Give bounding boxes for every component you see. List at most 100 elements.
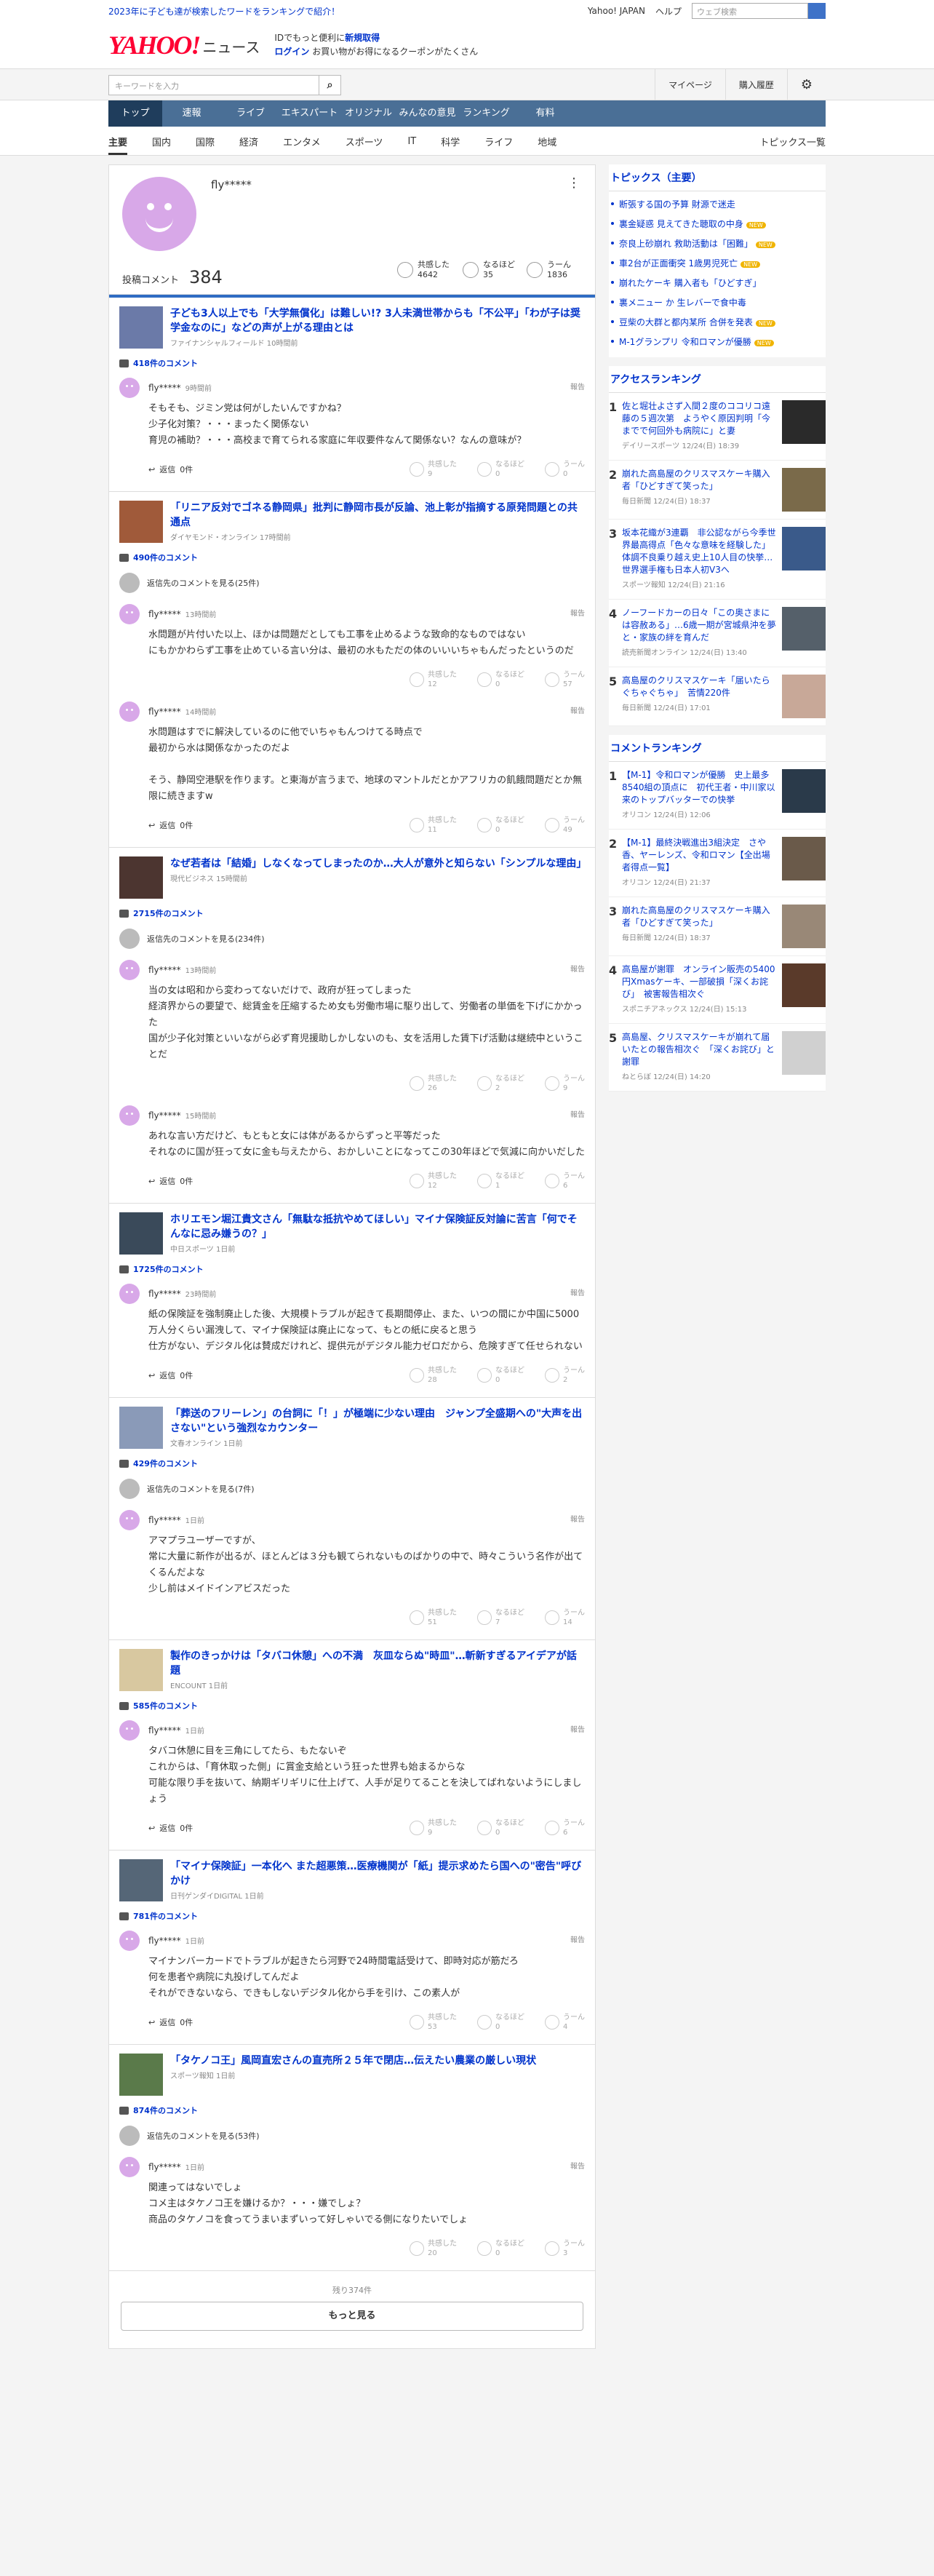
sub-tab[interactable]: 科学 — [441, 135, 460, 148]
reply-button[interactable]: 返信 0件 — [148, 1822, 193, 1834]
report-link[interactable]: 報告 — [570, 1284, 585, 1304]
naruhodo-button[interactable]: なるほど 0 — [477, 670, 524, 689]
uun-button[interactable]: うーん 0 — [545, 460, 585, 479]
yahoo-news-logo[interactable]: YAHOO! ニュース — [108, 32, 260, 58]
topics-list-link[interactable]: トピックス一覧 — [759, 135, 826, 148]
ranking-item[interactable]: 4 高島屋が謝罪 オンライン販売の5400円Xmasケーキ、一部破損「深くお詫び」… — [609, 956, 826, 1024]
uun-button[interactable]: うーん 49 — [545, 816, 585, 835]
ranking-thumbnail[interactable] — [782, 963, 826, 1007]
naruhodo-button[interactable]: なるほど 2 — [477, 1074, 524, 1093]
report-link[interactable]: 報告 — [570, 701, 585, 722]
article-thumbnail[interactable] — [119, 1407, 163, 1449]
nav-tab[interactable]: エキスパート — [280, 100, 339, 127]
empathy-button[interactable]: 共感した 26 — [410, 1074, 457, 1093]
nav-tab[interactable]: トップ — [108, 100, 162, 127]
empathy-button[interactable]: 共感した 28 — [410, 1366, 457, 1385]
commenter-name[interactable]: fly***** — [148, 1110, 181, 1121]
nav-tab[interactable]: 速報 — [162, 100, 221, 127]
comment-count-link[interactable]: 418件のコメント — [119, 357, 585, 369]
topic-item[interactable]: 崩れたケーキ 購入者も「ひどすぎ」 — [609, 273, 826, 293]
reply-source-link[interactable]: 返信先のコメントを見る(53件) — [119, 2125, 585, 2147]
more-menu-icon[interactable]: ⋮ — [567, 175, 580, 191]
uun-button[interactable]: うーん 4 — [545, 2013, 585, 2032]
nav-tab[interactable]: 有料 — [516, 100, 575, 127]
uun-button[interactable]: うーん 3 — [545, 2239, 585, 2258]
article-title[interactable]: 子ども3人以上でも「大学無償化」は難しい!? 3人未満世帯からも「不公平」「わが… — [170, 306, 585, 335]
naruhodo-button[interactable]: なるほど 0 — [477, 816, 524, 835]
ranking-item[interactable]: 3 崩れた高島屋のクリスマスケーキ購入者「ひどすぎて笑った」 毎日新聞 12/24(… — [609, 897, 826, 956]
article-thumbnail[interactable] — [119, 501, 163, 543]
uun-button[interactable]: うーん 57 — [545, 670, 585, 689]
ranking-thumbnail[interactable] — [782, 769, 826, 813]
ranking-item[interactable]: 5 高島屋のクリスマスケーキ「届いたらぐちゃぐちゃ」 苦情220件 毎日新聞 12/… — [609, 667, 826, 726]
sub-tab[interactable]: 国内 — [152, 135, 171, 148]
ranking-thumbnail[interactable] — [782, 527, 826, 571]
search-icon[interactable]: ⌕ — [319, 75, 341, 95]
commenter-name[interactable]: fly***** — [148, 1289, 181, 1299]
comment-count-link[interactable]: 1725件のコメント — [119, 1263, 585, 1275]
comment-count-link[interactable]: 2715件のコメント — [119, 907, 585, 919]
naruhodo-button[interactable]: なるほど 0 — [477, 1818, 524, 1837]
yahoo-japan-link[interactable]: Yahoo! JAPAN — [588, 6, 645, 16]
article-title[interactable]: なぜ若者は「結婚」しなくなってしまったのか…大人が意外と知らない「シンプルな理由… — [170, 856, 586, 871]
comment-count-link[interactable]: 874件のコメント — [119, 2104, 585, 2116]
help-link[interactable]: ヘルプ — [655, 5, 682, 17]
topic-item[interactable]: 車2台が正面衝突 1歳男児死亡 NEW — [609, 253, 826, 273]
ranking-title[interactable]: 佐と堀壮よさず入間２度のココリコ遠藤の５週次第 ようやく原因判明「今までで何回外… — [622, 401, 770, 436]
ranking-title[interactable]: ノーフードカーの日々「この奥さまには容赦ある」…6歳一期が宮城県沖を夢と・家族の… — [622, 608, 776, 643]
empathy-button[interactable]: 共感した 9 — [410, 460, 457, 479]
ranking-item[interactable]: 5 高島屋、クリスマスケーキが崩れて届いたとの報告相次ぐ 「深くお詫び」と謝罪 ねと… — [609, 1024, 826, 1092]
article-thumbnail[interactable] — [119, 856, 163, 899]
topic-item[interactable]: 奈良上砂崩れ 救助活動は「困難」 NEW — [609, 234, 826, 253]
article-title[interactable]: 「タケノコ王」風岡直宏さんの直売所２５年で閉店…伝えたい農業の厳しい現状 — [170, 2054, 536, 2068]
article-thumbnail[interactable] — [119, 1212, 163, 1255]
report-link[interactable]: 報告 — [570, 2157, 585, 2177]
report-link[interactable]: 報告 — [570, 960, 585, 980]
sub-tab[interactable]: スポーツ — [346, 135, 383, 148]
report-link[interactable]: 報告 — [570, 378, 585, 398]
comment-count-link[interactable]: 429件のコメント — [119, 1458, 585, 1469]
report-link[interactable]: 報告 — [570, 1105, 585, 1126]
topic-item[interactable]: M-1グランプリ 令和ロマンが優勝 NEW — [609, 332, 826, 351]
empathy-button[interactable]: 共感した 11 — [410, 816, 457, 835]
ranking-thumbnail[interactable] — [782, 1031, 826, 1075]
ranking-item[interactable]: 4 ノーフードカーの日々「この奥さまには容赦ある」…6歳一期が宮城県沖を夢と・家族… — [609, 600, 826, 667]
article-title[interactable]: 「葬送のフリーレン」の台詞に「！」が極端に少ない理由 ジャンプ全盛期への"大声を… — [170, 1407, 585, 1436]
ranking-thumbnail[interactable] — [782, 837, 826, 880]
uun-button[interactable]: うーん 6 — [545, 1818, 585, 1837]
show-more-button[interactable]: もっと見る — [121, 2302, 583, 2331]
empathy-button[interactable]: 共感した 12 — [410, 1172, 457, 1190]
article-thumbnail[interactable] — [119, 1859, 163, 1901]
empathy-button[interactable]: 共感した 9 — [410, 1818, 457, 1837]
login-link[interactable]: ログイン — [274, 47, 309, 57]
article-title[interactable]: 「マイナ保険証」一本化へ また超悪策…医療機関が「紙」提示求めたら国への"密告"… — [170, 1859, 585, 1888]
commenter-name[interactable]: fly***** — [148, 383, 181, 393]
ranking-title[interactable]: 坂本花織が3連覇 非公認ながら今季世界最高得点「色々な意味を経験した」体調不良乗… — [622, 528, 776, 575]
ranking-title[interactable]: 崩れた高島屋のクリスマスケーキ購入者「ひどすぎて笑った」 — [622, 469, 770, 491]
report-link[interactable]: 報告 — [570, 1720, 585, 1741]
empathy-button[interactable]: 共感した 12 — [410, 670, 457, 689]
ranking-title[interactable]: 【M-1】令和ロマンが優勝 史上最多8540組の頂点に 初代王者・中川家以来のト… — [622, 770, 775, 805]
commenter-name[interactable]: fly***** — [148, 609, 181, 619]
empathy-button[interactable]: 共感した 51 — [410, 1608, 457, 1627]
nav-tab[interactable]: オリジナル — [339, 100, 398, 127]
uun-button[interactable]: うーん 6 — [545, 1172, 585, 1190]
web-search-input[interactable]: ウェブ検索 — [692, 3, 808, 19]
ranking-thumbnail[interactable] — [782, 468, 826, 512]
topic-item[interactable]: 裏メニュー か 生レバーで食中毒 — [609, 293, 826, 312]
sub-tab[interactable]: 国際 — [196, 135, 215, 148]
article-title[interactable]: ホリエモン堀江貴文さん「無駄な抵抗やめてほしい」マイナ保険証反対論に苦言「何でそ… — [170, 1212, 585, 1241]
report-link[interactable]: 報告 — [570, 604, 585, 624]
reply-source-link[interactable]: 返信先のコメントを見る(7件) — [119, 1478, 585, 1500]
naruhodo-button[interactable]: なるほど 0 — [477, 2013, 524, 2032]
ranking-item[interactable]: 2 崩れた高島屋のクリスマスケーキ購入者「ひどすぎて笑った」 毎日新聞 12/24(… — [609, 461, 826, 520]
ranking-thumbnail[interactable] — [782, 905, 826, 948]
sub-tab[interactable]: 地域 — [538, 135, 556, 148]
ranking-title[interactable]: 高島屋のクリスマスケーキ「届いたらぐちゃぐちゃ」 苦情220件 — [622, 675, 770, 698]
article-title[interactable]: 製作のきっかけは「タバコ休憩」への不満 灰皿ならぬ"時皿"…斬新すぎるアイデアが… — [170, 1649, 585, 1678]
uun-button[interactable]: うーん 9 — [545, 1074, 585, 1093]
naruhodo-button[interactable]: なるほど 0 — [477, 2239, 524, 2258]
commenter-name[interactable]: fly***** — [148, 707, 181, 717]
naruhodo-button[interactable]: なるほど 7 — [477, 1608, 524, 1627]
uun-button[interactable]: うーん 2 — [545, 1366, 585, 1385]
